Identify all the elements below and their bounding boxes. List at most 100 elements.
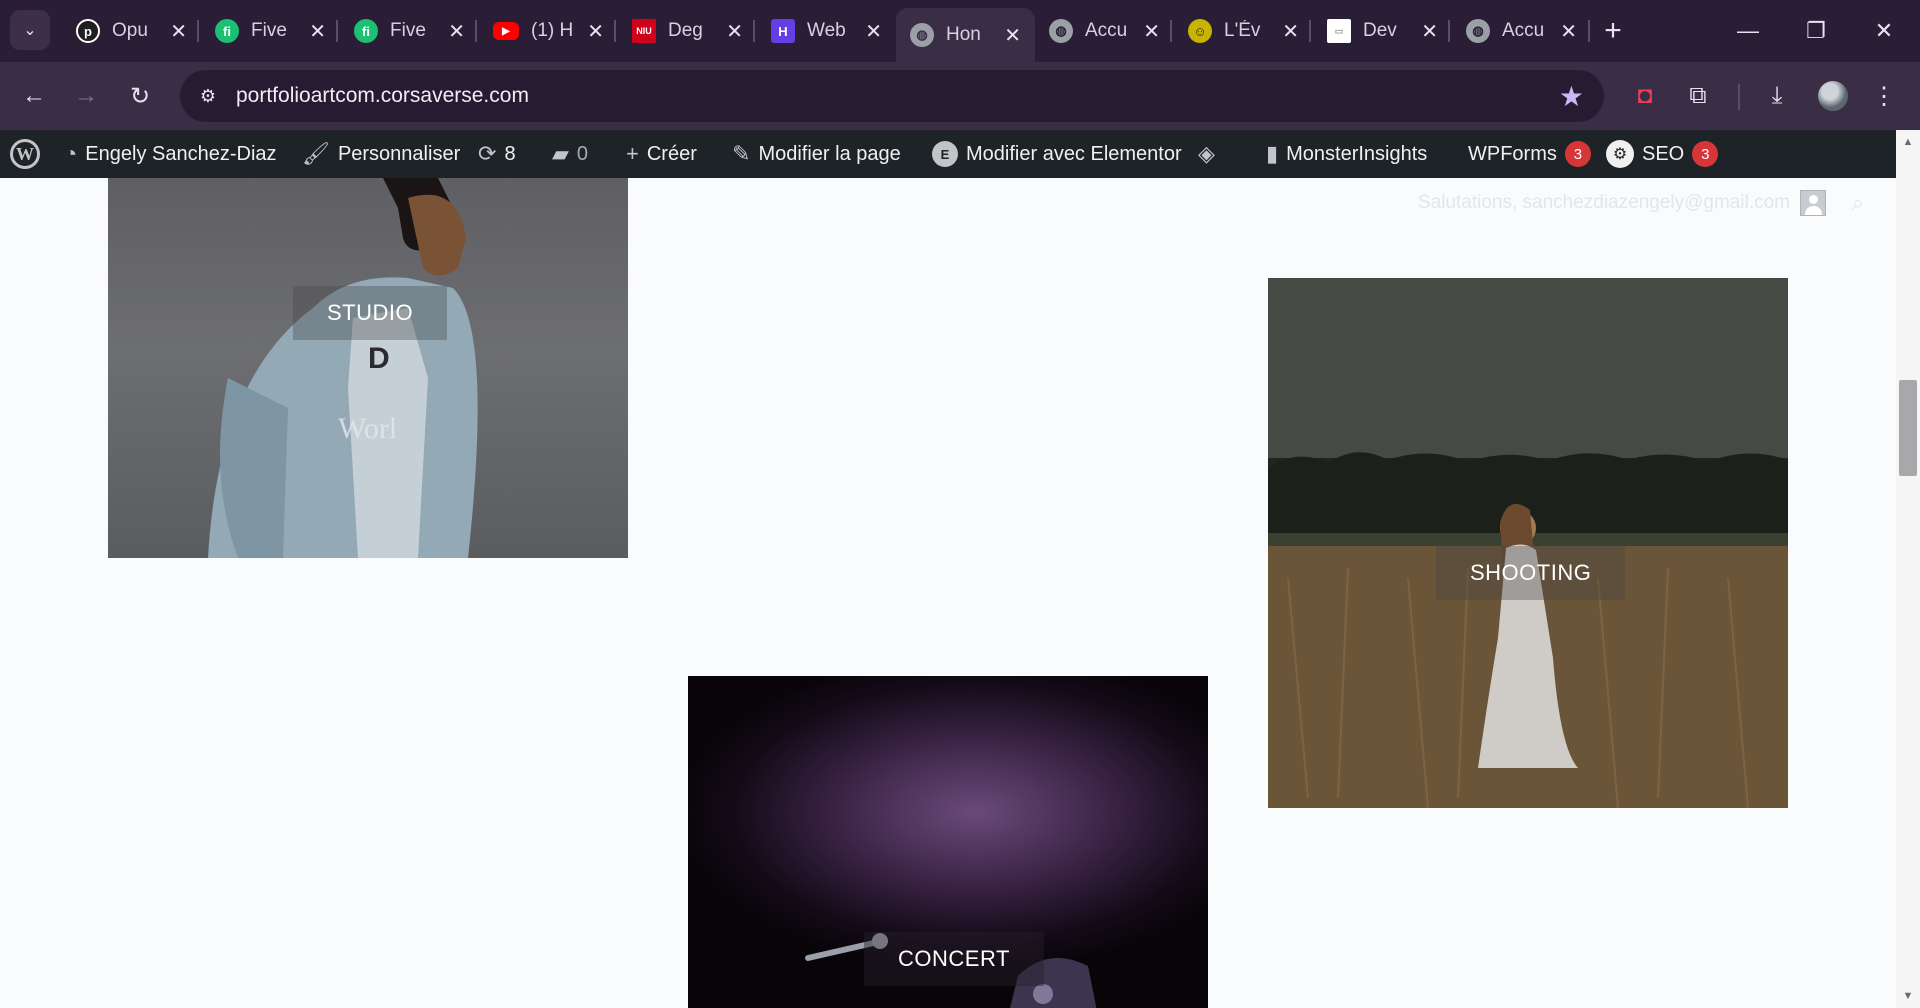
studio-label: STUDIO [293,286,448,340]
plus-icon: + [1604,14,1622,47]
more-vert-icon: ⋮ [1872,82,1896,110]
chevron-down-icon: ⌄ [23,22,37,39]
wp-comments[interactable]: ▰ 0 [552,130,588,178]
back-button[interactable]: ← [14,76,54,116]
comments-count: 0 [576,142,589,165]
close-tab-icon[interactable]: ✕ [1282,19,1299,44]
wpforms-badge: 3 [1564,141,1591,167]
opus-icon: p [76,19,100,43]
tab-dev[interactable]: ▭ Dev ✕ [1313,8,1452,54]
tab-title: Opu [112,20,148,41]
wp-edit-page[interactable]: ✎ Modifier la page [732,130,901,178]
updates-count: 8 [504,142,516,165]
tab-search-button[interactable]: ⌄ [10,10,50,50]
globe-icon: ◍ [1466,19,1490,43]
wp-logo-menu[interactable]: W [10,130,40,178]
site-logo-icon: ☺ [1188,19,1212,43]
scrollbar-thumb[interactable] [1899,380,1917,476]
wordpress-icon: W [10,139,40,169]
close-tab-icon[interactable]: ✕ [1143,19,1160,44]
tab-niu[interactable]: NIU Deg ✕ [618,8,757,54]
arrow-left-icon: ← [22,82,46,109]
concert-label: CONCERT [864,932,1044,986]
wpforms-label: WPForms [1468,142,1557,165]
close-tab-icon[interactable]: ✕ [865,19,882,44]
close-window-button[interactable]: ✕ [1864,12,1904,50]
svg-text:Worl: Worl [338,412,397,445]
wp-customize[interactable]: 🖌 Personnaliser [302,130,460,178]
close-tab-icon[interactable]: ✕ [1560,19,1577,44]
tab-title: Hon [946,24,981,45]
site-name-label: Engely Sanchez-Diaz [85,142,277,165]
wp-diamond-plugin[interactable]: ◈ [1198,130,1223,178]
seo-gear-icon: ⚙ [1606,140,1634,168]
scroll-down-arrow-icon[interactable]: ▼ [1899,990,1917,1002]
concert-card[interactable]: CONCERT [688,676,1208,1008]
bar-chart-icon: ▮ [1266,141,1279,166]
close-tab-icon[interactable]: ✕ [448,19,465,44]
tab-separator [614,20,616,42]
svg-text:D: D [368,342,390,375]
tab-hostinger[interactable]: H Web ✕ [757,8,896,54]
close-tab-icon[interactable]: ✕ [1421,19,1438,44]
tab-home-active[interactable]: ◍ Hon ✕ [896,8,1035,62]
tab-title: Web [807,20,846,41]
forward-button[interactable]: → [66,76,106,116]
wp-seo[interactable]: ⚙ SEO 3 [1606,130,1719,178]
new-tab-button[interactable]: + [1594,12,1632,50]
shooting-label: SHOOTING [1436,546,1626,600]
page-scrollbar[interactable] [1896,130,1920,1008]
site-info-icon[interactable]: ⚙ [194,82,222,110]
restore-icon: ❐ [1806,18,1826,43]
close-tab-icon[interactable]: ✕ [170,19,187,44]
diamond-icon: ◈ [1198,141,1215,166]
address-bar[interactable]: ⚙ portfolioartcom.corsaverse.com ★ [180,70,1604,122]
hostinger-icon: H [771,19,795,43]
wp-edit-elementor[interactable]: E Modifier avec Elementor [932,130,1182,178]
user-greeting[interactable]: Salutations, sanchezdiazengely@gmail.com [1418,190,1826,216]
youtube-icon: ▶ [493,22,519,40]
tab-levenement[interactable]: ☺ L'Év ✕ [1174,8,1313,54]
tab-fiverr-1[interactable]: fi Five ✕ [201,8,340,54]
wp-new-content[interactable]: + Créer [626,130,697,178]
studio-card[interactable]: D Worl STUDIO [108,178,628,558]
fiverr-icon: fi [354,19,378,43]
minimize-icon: — [1737,18,1759,43]
reload-icon: ↻ [129,82,151,110]
tab-opus[interactable]: p Opu ✕ [62,8,201,54]
wp-wpforms[interactable]: WPForms 3 [1468,130,1591,178]
tab-title: L'Év [1224,20,1261,41]
profile-avatar[interactable] [1813,76,1853,116]
close-tab-icon[interactable]: ✕ [309,19,326,44]
extensions-icon[interactable]: ⧉ [1678,76,1718,116]
menu-button[interactable]: ⋮ [1864,76,1904,116]
bookmark-star-icon[interactable]: ★ [1559,80,1584,113]
monsterinsights-label: MonsterInsights [1286,142,1428,165]
minimize-button[interactable]: — [1728,12,1768,50]
close-tab-icon[interactable]: ✕ [587,19,604,44]
tab-separator [1170,20,1172,42]
wp-site-name[interactable]: ◔ Engely Sanchez-Diaz [64,130,277,178]
download-icon[interactable]: ⤓ [1757,76,1797,116]
restore-button[interactable]: ❐ [1796,12,1836,50]
brush-icon: 🖌 [302,141,330,166]
search-icon[interactable]: ⌕ [1852,190,1864,216]
wp-updates[interactable]: ⟳ 8 [478,130,516,178]
pocket-icon[interactable]: ◘ [1625,76,1665,116]
wp-monsterinsights[interactable]: ▮ MonsterInsights [1266,130,1427,178]
scroll-up-arrow-icon[interactable]: ▲ [1899,136,1917,148]
close-tab-icon[interactable]: ✕ [726,19,743,44]
tab-fiverr-2[interactable]: fi Five ✕ [340,8,479,54]
studio-photo: D Worl [208,178,478,558]
browser-toolbar: ← → ↻ ⚙ portfolioartcom.corsaverse.com ★… [0,62,1920,130]
reload-button[interactable]: ↻ [120,76,160,116]
globe-icon: ◍ [1049,19,1073,43]
tab-accu-2[interactable]: ◍ Accu ✕ [1452,8,1591,54]
wp-admin-bar: W ◔ Engely Sanchez-Diaz 🖌 Personnaliser … [0,130,1896,178]
niu-icon: NIU [632,19,656,43]
close-tab-icon[interactable]: ✕ [1004,23,1021,48]
url-text[interactable]: portfolioartcom.corsaverse.com [236,84,529,108]
shooting-card[interactable]: SHOOTING [1268,278,1788,808]
tab-youtube[interactable]: ▶ (1) H ✕ [479,8,618,54]
tab-accu-1[interactable]: ◍ Accu ✕ [1035,8,1174,54]
